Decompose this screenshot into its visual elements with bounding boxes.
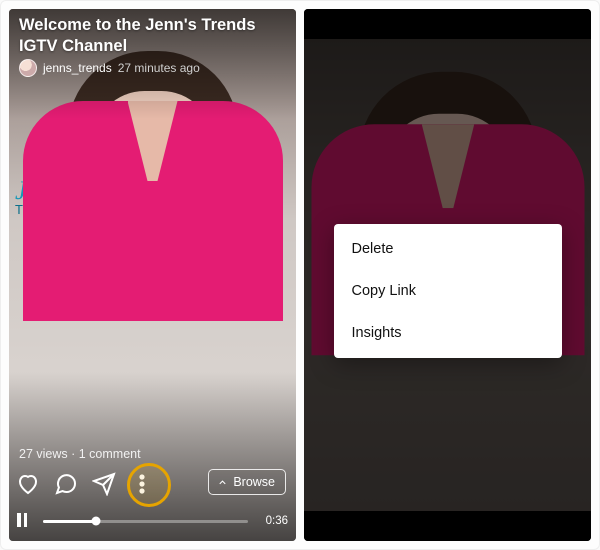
like-button[interactable]: [15, 471, 41, 497]
igtv-options-pane: Delete Copy Link Insights: [304, 9, 591, 541]
seek-fill: [43, 520, 96, 523]
more-options-button[interactable]: [129, 471, 155, 497]
share-button[interactable]: [91, 471, 117, 497]
progress-bar-row: 0:36: [17, 513, 288, 529]
comment-icon: [54, 472, 78, 496]
igtv-player-pane: Jenn's TRENDS Welcome to the Jenn's Tren…: [9, 9, 296, 541]
seek-thumb[interactable]: [92, 517, 101, 526]
send-icon: [92, 472, 116, 496]
video-title: Welcome to the Jenn's Trends IGTV Channe…: [19, 15, 286, 56]
options-menu: Delete Copy Link Insights: [334, 224, 562, 358]
action-bar: [15, 471, 155, 497]
seek-track[interactable]: [43, 520, 248, 523]
pause-icon: [17, 513, 21, 527]
avatar[interactable]: [19, 59, 37, 77]
browse-label: Browse: [233, 475, 275, 489]
comment-button[interactable]: [53, 471, 79, 497]
browse-button[interactable]: Browse: [208, 469, 286, 495]
menu-item-delete[interactable]: Delete: [334, 228, 562, 270]
chevron-up-icon: [217, 477, 228, 488]
duration-label: 0:36: [258, 515, 288, 527]
heart-icon: [16, 472, 40, 496]
view-comment-stats: 27 views · 1 comment: [19, 447, 141, 461]
post-time: 27 minutes ago: [118, 61, 200, 75]
more-vertical-icon: [130, 472, 154, 496]
author-handle[interactable]: jenns_trends: [43, 61, 112, 75]
menu-item-copylink[interactable]: Copy Link: [334, 270, 562, 312]
author-row[interactable]: jenns_trends 27 minutes ago: [19, 59, 200, 77]
pause-button[interactable]: [17, 513, 33, 529]
menu-item-insights[interactable]: Insights: [334, 312, 562, 354]
